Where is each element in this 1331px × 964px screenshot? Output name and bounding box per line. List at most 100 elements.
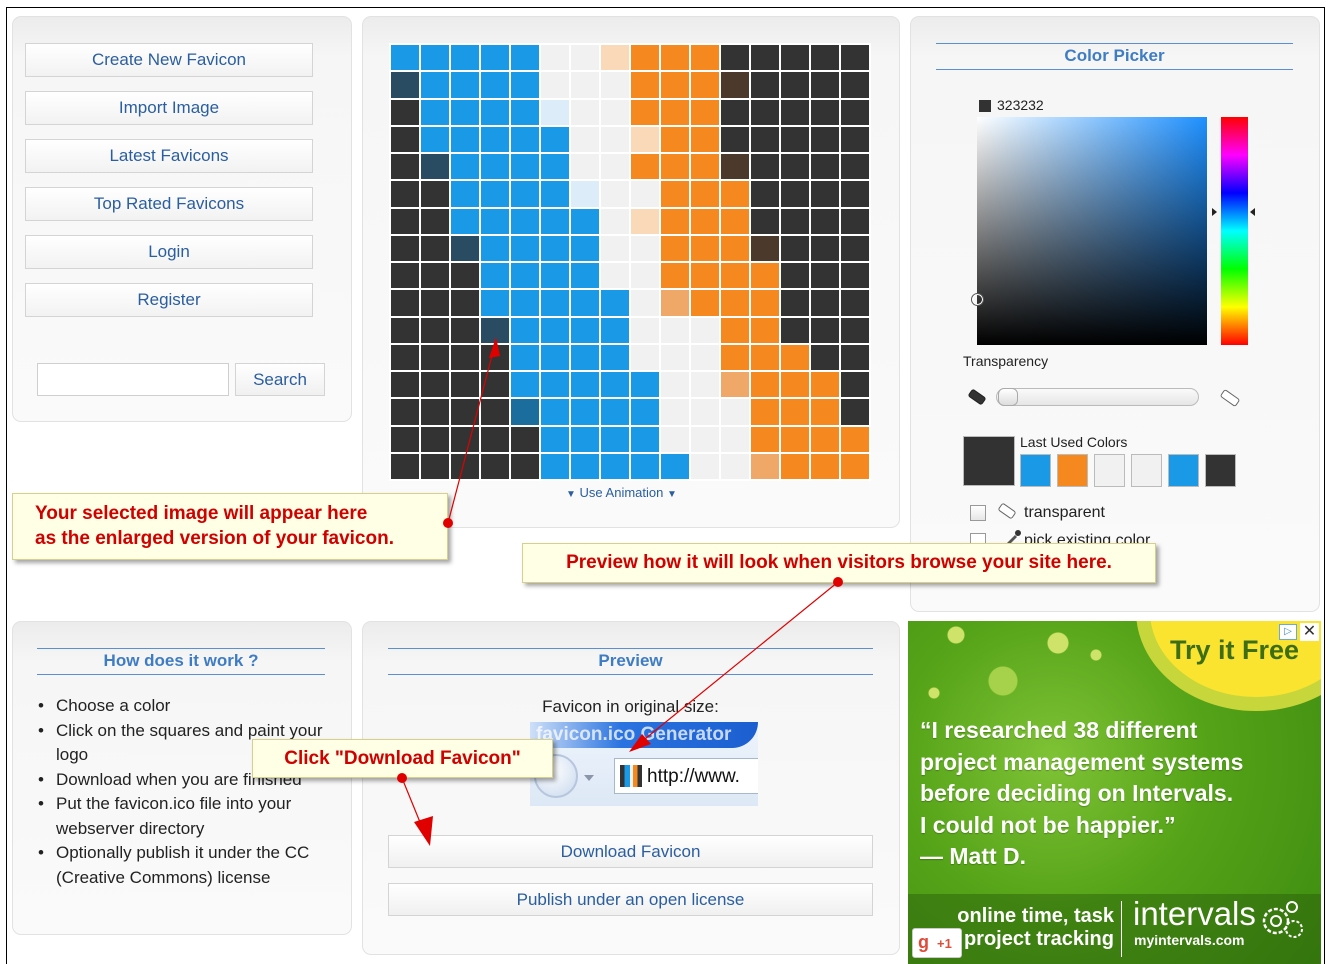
pixel-cell[interactable] xyxy=(421,235,449,261)
pixel-cell[interactable] xyxy=(481,208,509,234)
pixel-cell[interactable] xyxy=(481,344,509,370)
pixel-cell[interactable] xyxy=(571,399,599,425)
advertisement[interactable]: Try it Free ▷ ✕ “I researched 38 differe… xyxy=(908,621,1321,964)
pixel-cell[interactable] xyxy=(421,263,449,289)
pixel-cell[interactable] xyxy=(721,99,749,125)
pixel-cell[interactable] xyxy=(541,453,569,479)
pixel-cell[interactable] xyxy=(811,399,839,425)
pixel-cell[interactable] xyxy=(841,45,869,71)
pixel-cell[interactable] xyxy=(541,399,569,425)
pixel-cell[interactable] xyxy=(421,208,449,234)
download-favicon-button[interactable]: Download Favicon xyxy=(388,835,873,868)
pixel-cell[interactable] xyxy=(481,181,509,207)
pixel-cell[interactable] xyxy=(631,399,659,425)
pixel-cell[interactable] xyxy=(481,99,509,125)
pixel-cell[interactable] xyxy=(661,426,689,452)
pixel-cell[interactable] xyxy=(781,263,809,289)
pixel-cell[interactable] xyxy=(511,290,539,316)
pixel-cell[interactable] xyxy=(841,426,869,452)
pixel-cell[interactable] xyxy=(691,126,719,152)
pixel-cell[interactable] xyxy=(751,372,779,398)
pixel-cell[interactable] xyxy=(691,235,719,261)
pixel-cell[interactable] xyxy=(841,263,869,289)
ad-close-icon[interactable]: ✕ xyxy=(1300,623,1319,641)
pixel-cell[interactable] xyxy=(781,45,809,71)
pixel-cell[interactable] xyxy=(751,181,779,207)
pixel-cell[interactable] xyxy=(841,126,869,152)
pixel-cell[interactable] xyxy=(631,45,659,71)
pixel-cell[interactable] xyxy=(541,344,569,370)
pixel-cell[interactable] xyxy=(781,399,809,425)
pixel-cell[interactable] xyxy=(511,372,539,398)
pixel-cell[interactable] xyxy=(421,290,449,316)
pixel-cell[interactable] xyxy=(841,99,869,125)
pixel-cell[interactable] xyxy=(751,154,779,180)
pixel-cell[interactable] xyxy=(781,453,809,479)
pixel-cell[interactable] xyxy=(721,372,749,398)
pixel-cell[interactable] xyxy=(751,344,779,370)
pixel-cell[interactable] xyxy=(661,154,689,180)
pixel-cell[interactable] xyxy=(841,290,869,316)
pixel-cell[interactable] xyxy=(811,72,839,98)
pixel-cell[interactable] xyxy=(601,290,629,316)
pixel-cell[interactable] xyxy=(691,453,719,479)
pixel-cell[interactable] xyxy=(721,208,749,234)
pixel-cell[interactable] xyxy=(811,126,839,152)
pixel-cell[interactable] xyxy=(601,453,629,479)
pixel-cell[interactable] xyxy=(511,154,539,180)
publish-open-license-button[interactable]: Publish under an open license xyxy=(388,883,873,916)
pixel-cell[interactable] xyxy=(811,290,839,316)
pixel-cell[interactable] xyxy=(391,453,419,479)
pixel-cell[interactable] xyxy=(541,181,569,207)
pixel-cell[interactable] xyxy=(661,263,689,289)
pixel-cell[interactable] xyxy=(691,154,719,180)
pixel-cell[interactable] xyxy=(721,45,749,71)
pixel-cell[interactable] xyxy=(751,126,779,152)
pixel-cell[interactable] xyxy=(661,181,689,207)
pixel-cell[interactable] xyxy=(451,317,479,343)
register-button[interactable]: Register xyxy=(25,283,313,317)
pixel-cell[interactable] xyxy=(781,290,809,316)
pixel-cell[interactable] xyxy=(601,372,629,398)
pixel-cell[interactable] xyxy=(451,290,479,316)
pixel-cell[interactable] xyxy=(631,426,659,452)
pixel-cell[interactable] xyxy=(661,235,689,261)
pixel-cell[interactable] xyxy=(481,399,509,425)
pixel-cell[interactable] xyxy=(391,344,419,370)
pixel-cell[interactable] xyxy=(421,45,449,71)
hue-pointer-left-icon[interactable] xyxy=(1212,208,1217,216)
pixel-cell[interactable] xyxy=(541,154,569,180)
pixel-cell[interactable] xyxy=(631,181,659,207)
pixel-cell[interactable] xyxy=(781,208,809,234)
pixel-cell[interactable] xyxy=(481,317,509,343)
pixel-cell[interactable] xyxy=(481,126,509,152)
pixel-cell[interactable] xyxy=(391,263,419,289)
address-bar[interactable]: http://www. xyxy=(614,758,758,794)
pixel-cell[interactable] xyxy=(571,263,599,289)
pixel-cell[interactable] xyxy=(691,99,719,125)
pixel-cell[interactable] xyxy=(631,99,659,125)
pixel-cell[interactable] xyxy=(781,372,809,398)
pixel-cell[interactable] xyxy=(451,45,479,71)
pixel-cell[interactable] xyxy=(391,181,419,207)
transparent-checkbox[interactable] xyxy=(970,505,986,521)
pixel-cell[interactable] xyxy=(811,426,839,452)
pixel-cell[interactable] xyxy=(391,99,419,125)
pixel-cell[interactable] xyxy=(661,72,689,98)
pixel-cell[interactable] xyxy=(571,208,599,234)
pixel-cell[interactable] xyxy=(631,344,659,370)
pixel-cell[interactable] xyxy=(601,426,629,452)
pixel-cell[interactable] xyxy=(811,45,839,71)
last-used-swatch-6[interactable] xyxy=(1205,454,1236,487)
last-used-swatch-5[interactable] xyxy=(1168,454,1199,487)
pixel-cell[interactable] xyxy=(661,126,689,152)
pixel-cell[interactable] xyxy=(451,399,479,425)
pixel-cell[interactable] xyxy=(721,344,749,370)
pixel-cell[interactable] xyxy=(391,290,419,316)
create-new-favicon-button[interactable]: Create New Favicon xyxy=(25,43,313,77)
pixel-cell[interactable] xyxy=(841,399,869,425)
last-used-swatch-3[interactable] xyxy=(1094,454,1125,487)
pixel-cell[interactable] xyxy=(511,45,539,71)
top-rated-favicons-button[interactable]: Top Rated Favicons xyxy=(25,187,313,221)
pixel-cell[interactable] xyxy=(571,344,599,370)
